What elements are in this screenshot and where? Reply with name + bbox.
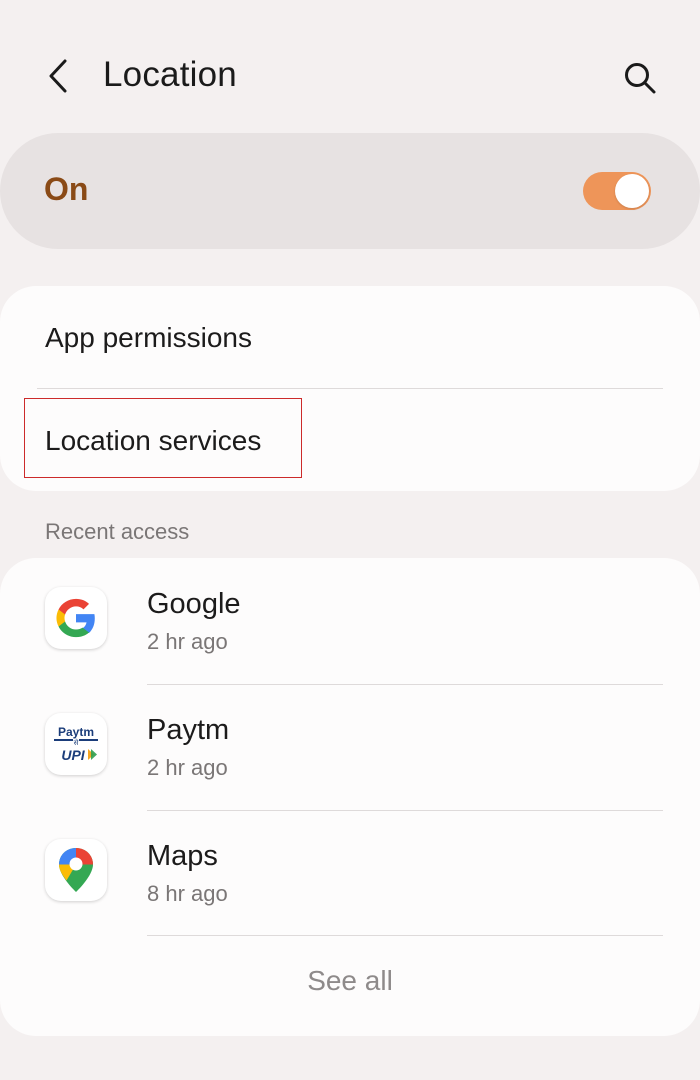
svg-text:से: से: [74, 738, 79, 747]
location-master-toggle[interactable]: On: [0, 133, 700, 249]
recent-app-google[interactable]: Google 2 hr ago: [0, 558, 700, 678]
highlight-box: [24, 398, 302, 478]
recent-access-title: Recent access: [45, 519, 190, 544]
search-button[interactable]: [612, 50, 668, 106]
page-title: Location: [103, 55, 237, 94]
recent-app-paytm[interactable]: Paytm से UPI Paytm 2 hr ago: [0, 684, 700, 804]
recent-access-card: Google 2 hr ago Paytm से UPI Paytm 2 hr …: [0, 558, 700, 1036]
search-icon: [625, 63, 656, 94]
app-name: Maps: [147, 840, 218, 872]
switch-thumb: [615, 174, 649, 208]
app-last-access: 2 hr ago: [147, 755, 228, 780]
svg-text:UPI: UPI: [61, 747, 85, 763]
settings-card: App permissions Location services: [0, 286, 700, 491]
chevron-left-icon: [49, 59, 67, 93]
app-last-access: 2 hr ago: [147, 629, 228, 654]
app-permissions-item[interactable]: App permissions: [0, 286, 700, 386]
location-switch[interactable]: [583, 172, 651, 210]
app-last-access: 8 hr ago: [147, 881, 228, 906]
divider: [147, 935, 663, 936]
toggle-state-label: On: [44, 171, 89, 207]
app-name: Paytm: [147, 714, 230, 746]
app-permissions-label: App permissions: [45, 322, 252, 353]
google-logo-icon: [45, 587, 107, 649]
recent-app-maps[interactable]: Maps 8 hr ago: [0, 810, 700, 930]
maps-pin-icon: [45, 839, 107, 901]
see-all-button[interactable]: See all: [0, 946, 700, 1016]
svg-text:Paytm: Paytm: [58, 725, 94, 739]
app-bar: Location: [0, 0, 700, 150]
paytm-upi-icon: Paytm से UPI: [45, 713, 107, 775]
app-name: Google: [147, 588, 241, 620]
back-button[interactable]: [30, 48, 86, 104]
